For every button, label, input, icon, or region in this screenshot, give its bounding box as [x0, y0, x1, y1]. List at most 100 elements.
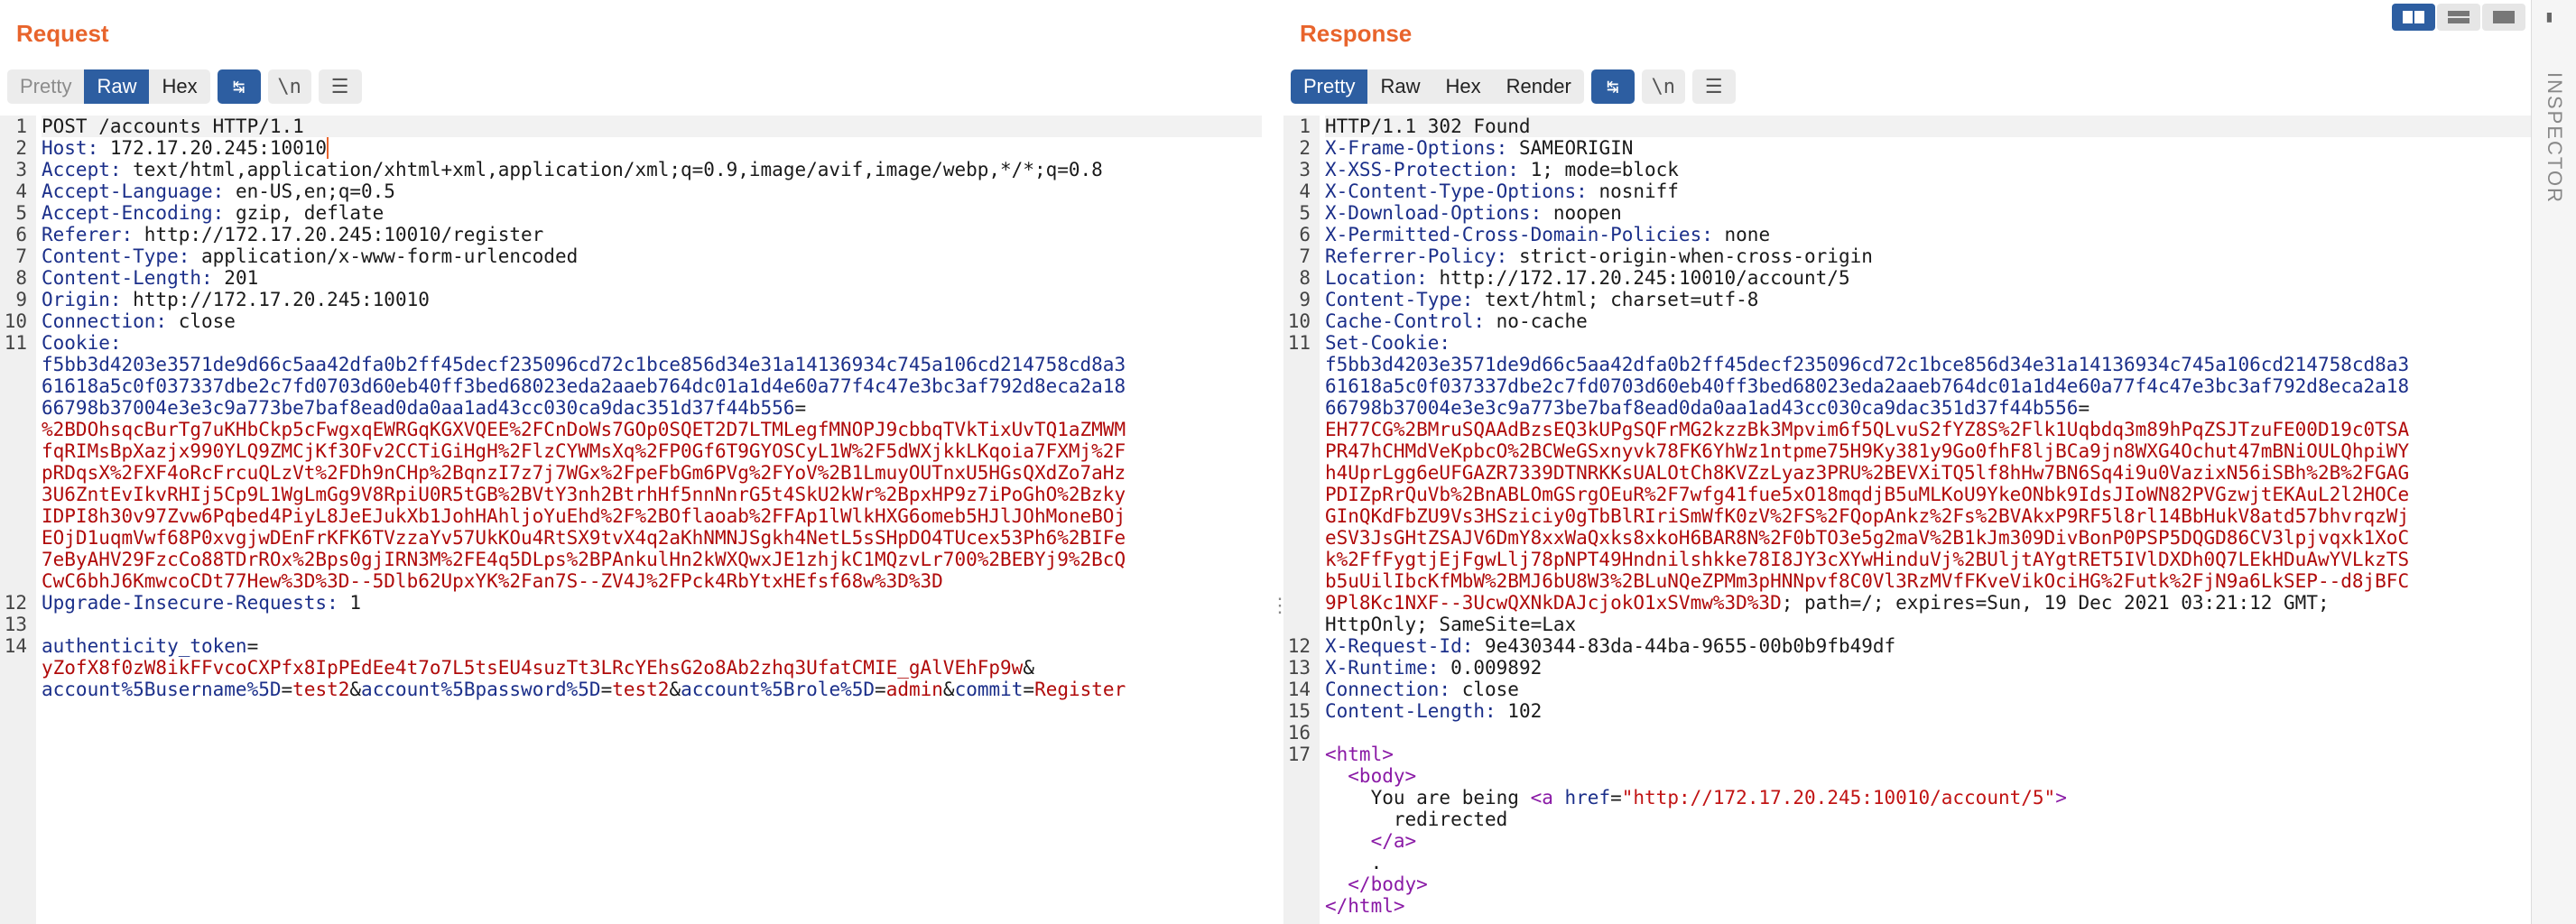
line-text: account%5Busername%5D=test2&account%5Bpa…: [42, 679, 1262, 700]
request-pane: Request Pretty Raw Hex ↹ \n ☰ 1 POST /acc…: [0, 0, 1262, 924]
response-wrap-button[interactable]: ↹: [1590, 69, 1635, 104]
request-line: yZofX8f0zW8ikFFvcoCXPfx8IpPEdEe4t7o7L5ts…: [0, 657, 1262, 679]
code-token: Content-Length:: [1325, 700, 1496, 722]
code-token: <html>: [1325, 744, 1394, 765]
response-newline-button[interactable]: \n: [1641, 69, 1685, 104]
line-text: 66798b37004e3e3c9a773be7baf8ead0da0aa1ad…: [42, 397, 1262, 419]
line-text: X-Download-Options: noopen: [1325, 202, 2531, 224]
code-token: Connection:: [42, 310, 168, 332]
code-token: Set-Cookie:: [1325, 332, 1451, 354]
line-number: [0, 397, 42, 419]
request-line: 11 Cookie:: [0, 332, 1262, 354]
code-token: test2: [612, 679, 670, 700]
line-text: Accept: text/html,application/xhtml+xml,…: [42, 159, 1262, 180]
line-number: [0, 419, 42, 440]
layout-side-by-side-button[interactable]: [2392, 4, 2435, 31]
line-number: 5: [15, 202, 27, 224]
line-text: Referer: http://172.17.20.245:10010/regi…: [42, 224, 1262, 245]
response-line: 7 Referrer-Policy: strict-origin-when-cro…: [1283, 245, 2531, 267]
line-text: fqRIMsBpXazjx990YLQ9ZMCjKf3OFv2CCTiGiHgH…: [42, 440, 1262, 462]
line-text: PDIZpRrQuVb%2BnABLOmGSrgOEuR%2F7wfg41fue…: [1325, 484, 2531, 505]
line-number: 6: [15, 224, 27, 245]
code-token: http://172.17.20.245:10010/register: [133, 224, 544, 245]
line-number: [0, 527, 42, 549]
line-number: 2: [15, 137, 27, 159]
line-text: 61618a5c0f037337dbe2c7fd0703d60eb40ff3be…: [42, 375, 1262, 397]
request-line: 3 Accept: text/html,application/xhtml+xml…: [0, 159, 1262, 180]
line-text: k%2FfFygtjEjFgwLlj78pNPT49Hndnilshkke78I…: [1325, 549, 2531, 570]
line-number: 6: [1299, 224, 1311, 245]
line-number: [0, 549, 42, 570]
inspector-panel[interactable]: ▮ INSPECTOR: [2531, 0, 2576, 924]
line-number: [1283, 527, 1325, 549]
line-text: 9Pl8Kc1NXF--3UcwQXNkDAJcjokO1xSVmw%3D%3D…: [1325, 592, 2531, 614]
line-number: [1283, 830, 1325, 852]
response-editor[interactable]: 1 HTTP/1.1 302 Found 2 X-Frame-Options: SAM…: [1283, 116, 2531, 924]
response-line: k%2FfFygtjEjFgwLlj78pNPT49Hndnilshkke78I…: [1283, 549, 2531, 570]
line-number: 9: [15, 289, 27, 310]
code-token: Referer:: [42, 224, 134, 245]
code-token: EOjD1uqmVwf68P0xvgjwDEnFrKFK6TVzzaYv57Uk…: [42, 527, 1126, 549]
code-token: text/html,application/xhtml+xml,applicat…: [121, 159, 1103, 180]
response-line: h4UprLgg6eUFGAZR7339DTNRKKsUALOtCh8KVZzL…: [1283, 462, 2531, 484]
drag-handle-icon[interactable]: ⋮: [1270, 596, 1290, 632]
newline-icon: \n: [277, 75, 301, 98]
code-token: account%5Brole%5D: [681, 679, 876, 700]
request-editor[interactable]: 1 POST /accounts HTTP/1.1 2 Host: 172.17.20…: [0, 116, 1262, 924]
response-tab-pretty[interactable]: Pretty: [1291, 69, 1368, 104]
line-number: [0, 570, 42, 592]
line-number: 13: [4, 614, 27, 635]
line-number: [0, 462, 42, 484]
response-line: 3 X-XSS-Protection: 1; mode=block: [1283, 159, 2531, 180]
code-token: nosniff: [1587, 180, 1679, 202]
line-text: Connection: close: [42, 310, 1262, 332]
request-line: 10 Connection: close: [0, 310, 1262, 332]
code-token: yZofX8f0zW8ikFFvcoCXPfx8IpPEdEe4t7o7L5ts…: [42, 657, 1024, 679]
response-menu-button[interactable]: ☰: [1691, 69, 1736, 104]
code-token: http://172.17.20.245:10010: [121, 289, 430, 310]
hamburger-menu-icon: ☰: [1704, 75, 1723, 98]
line-number: 4: [1299, 180, 1311, 202]
code-token: Accept:: [42, 159, 122, 180]
request-tab-pretty[interactable]: Pretty: [7, 69, 84, 104]
response-line: HttpOnly; SameSite=Lax: [1283, 614, 2531, 635]
line-number: [1283, 852, 1325, 873]
code-token: 172.17.20.245:10010: [98, 137, 328, 159]
code-token: Content-Length:: [42, 267, 213, 289]
line-text: X-Runtime: 0.009892: [1325, 657, 2531, 679]
request-wrap-button[interactable]: ↹: [217, 69, 261, 104]
request-line: %2BDOhsqcBurTg7uKHbCkp5cFwgxqEWRGqKGXVQE…: [0, 419, 1262, 440]
code-token: X-Runtime:: [1325, 657, 1440, 679]
request-tab-raw[interactable]: Raw: [84, 69, 150, 104]
layout-stacked-button[interactable]: [2437, 4, 2480, 31]
request-menu-button[interactable]: ☰: [318, 69, 362, 104]
code-token: account%5Busername%5D: [42, 679, 282, 700]
request-line: EOjD1uqmVwf68P0xvgjwDEnFrKFK6TVzzaYv57Uk…: [0, 527, 1262, 549]
newline-icon: \n: [1651, 75, 1676, 98]
code-token: Register: [1034, 679, 1126, 700]
pane-divider[interactable]: ⋮: [1262, 0, 1290, 924]
request-line: 3U6ZntEvIkvRHIj5Cp9L1WgLmGg9V8RpiU0R5tGB…: [0, 484, 1262, 505]
request-toolbar: Pretty Raw Hex ↹ \n ☰: [7, 69, 362, 105]
request-line: 2 Host: 172.17.20.245:10010: [0, 137, 1262, 159]
request-tab-hex[interactable]: Hex: [149, 69, 209, 104]
line-number: [1283, 484, 1325, 505]
code-token: X-Frame-Options:: [1325, 137, 1508, 159]
line-number: [1283, 419, 1325, 440]
response-line: 14 Connection: close: [1283, 679, 2531, 700]
response-line: 8 Location: http://172.17.20.245:10010/ac…: [1283, 267, 2531, 289]
code-token: account%5Bpassword%5D: [361, 679, 601, 700]
request-line: 14 authenticity_token=: [0, 635, 1262, 657]
panel-toggle-icon[interactable]: ▮: [2544, 7, 2562, 26]
response-tab-hex[interactable]: Hex: [1432, 69, 1493, 104]
line-number: 9: [1299, 289, 1311, 310]
line-number: [0, 505, 42, 527]
line-number: 3: [1299, 159, 1311, 180]
request-newline-button[interactable]: \n: [267, 69, 311, 104]
response-line: redirected: [1283, 808, 2531, 830]
line-number: [1283, 873, 1325, 895]
response-tab-render[interactable]: Render: [1494, 69, 1584, 104]
wrap-lines-icon: ↹: [232, 75, 246, 98]
response-tab-raw[interactable]: Raw: [1367, 69, 1432, 104]
layout-tabbed-button[interactable]: [2482, 4, 2525, 31]
